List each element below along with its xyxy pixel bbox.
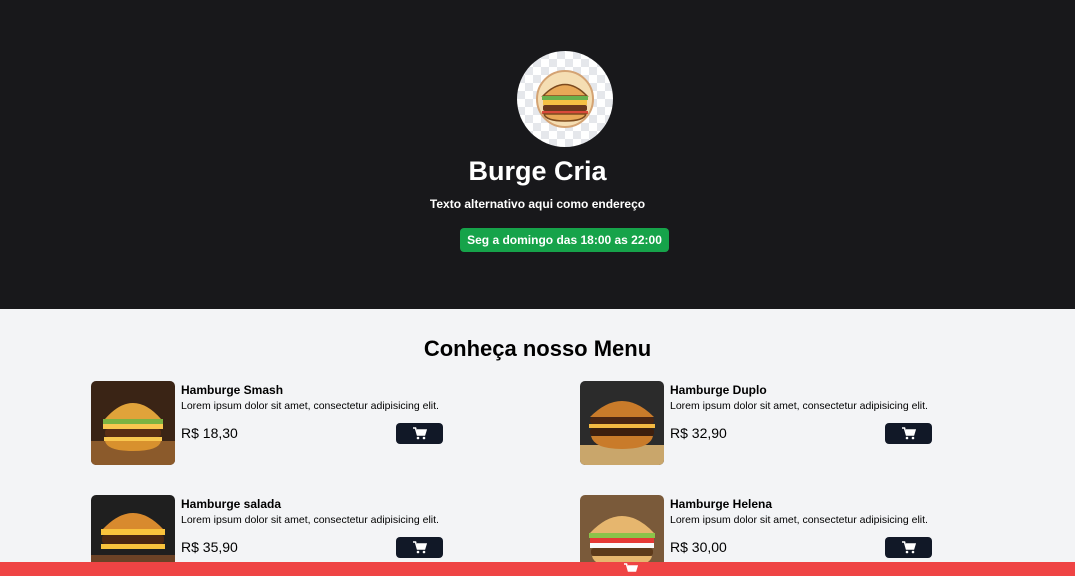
cart-icon <box>901 427 916 440</box>
menu-item-description: Lorem ipsum dolor sit amet, consectetur … <box>181 514 439 526</box>
page-title: Burge Cria <box>468 156 607 186</box>
cart-footer-bar[interactable] <box>0 562 1075 576</box>
address-text: Texto alternativo aqui como endereço <box>429 197 646 211</box>
menu-item-name: Hamburge Helena <box>670 497 773 511</box>
cart-icon <box>412 427 427 440</box>
menu-item-name: Hamburge Smash <box>181 383 284 397</box>
menu-item-price: R$ 18,30 <box>181 425 238 441</box>
cart-icon <box>901 541 916 554</box>
menu-item-description: Lorem ipsum dolor sit amet, consectetur … <box>670 400 928 412</box>
menu-item-name: Hamburge salada <box>181 497 282 511</box>
burger-photo <box>91 381 175 465</box>
menu-item-price: R$ 30,00 <box>670 539 727 555</box>
menu-item-price: R$ 32,90 <box>670 425 727 441</box>
add-to-cart-button[interactable] <box>885 423 932 444</box>
menu-item: Hamburge Duplo Lorem ipsum dolor sit ame… <box>580 381 932 465</box>
menu-item-price: R$ 35,90 <box>181 539 238 555</box>
opening-hours-badge: Seg a domingo das 18:00 as 22:00 <box>460 228 669 252</box>
burger-logo-icon <box>517 51 613 147</box>
add-to-cart-button[interactable] <box>396 537 443 558</box>
menu-item-name: Hamburge Duplo <box>670 383 767 397</box>
menu-item-description: Lorem ipsum dolor sit amet, consectetur … <box>181 400 439 412</box>
cart-icon <box>624 563 638 572</box>
menu-item-description: Lorem ipsum dolor sit amet, consectetur … <box>670 514 928 526</box>
burger-photo <box>580 381 664 465</box>
menu-item: Hamburge Smash Lorem ipsum dolor sit ame… <box>91 381 443 465</box>
cart-icon <box>412 541 427 554</box>
menu-title: Conheça nosso Menu <box>423 336 652 361</box>
add-to-cart-button[interactable] <box>396 423 443 444</box>
add-to-cart-button[interactable] <box>885 537 932 558</box>
hero-header: Burge Cria Texto alternativo aqui como e… <box>0 0 1075 309</box>
